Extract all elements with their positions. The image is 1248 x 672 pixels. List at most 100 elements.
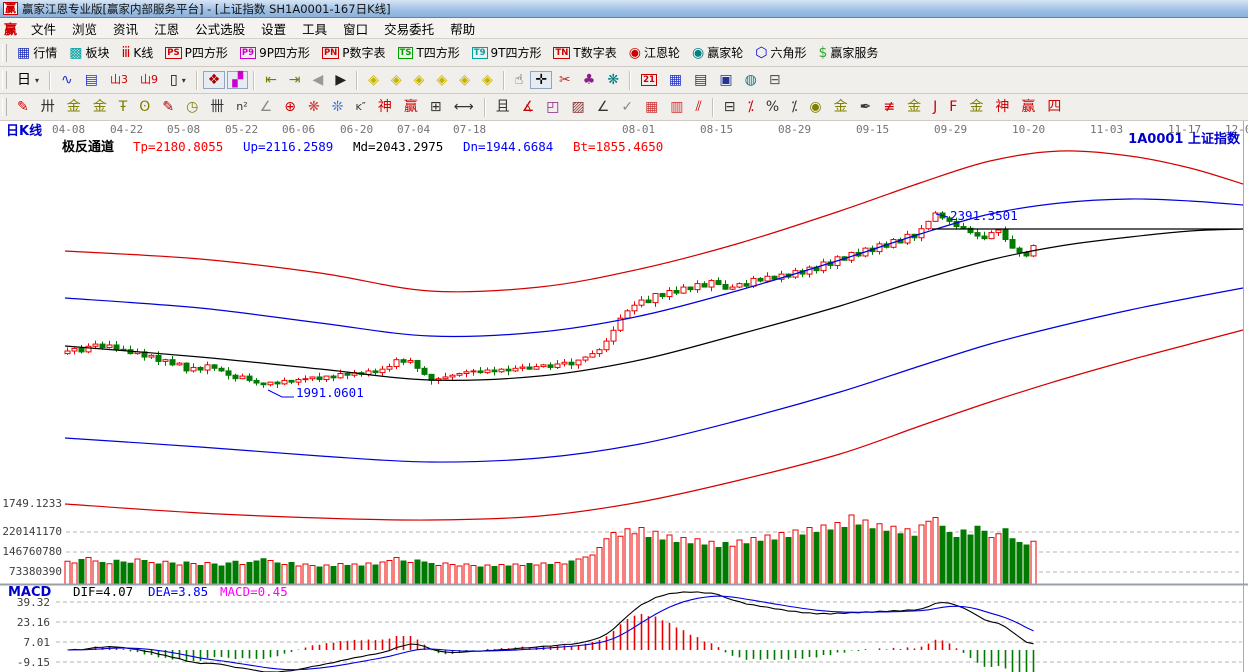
- fan-box-button[interactable]: ◰: [541, 98, 564, 116]
- next-bar-button[interactable]: ▶: [330, 71, 351, 89]
- hand-tool-button[interactable]: ☝: [510, 71, 529, 89]
- shen-grid-button[interactable]: 神: [373, 98, 397, 116]
- calculator-button[interactable]: ▦: [664, 71, 687, 89]
- time-circle-button[interactable]: ◷: [181, 98, 203, 116]
- span-arrow-button[interactable]: ⟷: [449, 98, 479, 116]
- menu-设置[interactable]: 设置: [253, 18, 294, 39]
- percent-down-button[interactable]: ⁒: [743, 98, 759, 116]
- period-day-button[interactable]: 日▾: [12, 71, 44, 89]
- pattern-search-button[interactable]: ❋: [602, 71, 624, 89]
- toolbar-grip: [2, 98, 7, 116]
- gold-line-button[interactable]: 金: [902, 98, 926, 116]
- check-button[interactable]: ✓: [616, 98, 638, 116]
- last-page-button[interactable]: ⇥: [284, 71, 306, 89]
- save-button[interactable]: ▣: [714, 71, 737, 89]
- red-grid2-button[interactable]: ▥: [665, 98, 688, 116]
- wave3-button[interactable]: 山3: [105, 71, 133, 89]
- gold-square-button[interactable]: 金: [62, 98, 86, 116]
- zoom-reset-button[interactable]: ◈: [477, 71, 498, 89]
- menu-公式选股[interactable]: 公式选股: [187, 18, 253, 39]
- expand-both-button[interactable]: ◈: [454, 71, 475, 89]
- si-angle-button[interactable]: 四: [1042, 98, 1066, 116]
- notepad-button[interactable]: ▤: [689, 71, 712, 89]
- p-square-button[interactable]: PSP四方形: [160, 42, 233, 63]
- menu-交易委托[interactable]: 交易委托: [376, 18, 442, 39]
- gold-circle-button[interactable]: ◉: [804, 98, 826, 116]
- percent-button[interactable]: %: [761, 98, 784, 116]
- ink-pen-button[interactable]: ✒: [855, 98, 877, 116]
- gold-angle-button[interactable]: 金: [964, 98, 988, 116]
- menu-文件[interactable]: 文件: [23, 18, 64, 39]
- candle-style-button[interactable]: ▯▾: [165, 71, 191, 89]
- t9-square-button[interactable]: T99T四方形: [467, 42, 547, 63]
- crosshair-tool-button[interactable]: ✛: [530, 71, 552, 89]
- prev-bar-button[interactable]: ◀: [308, 71, 329, 89]
- port-tool-button[interactable]: 且: [491, 98, 515, 116]
- menu-资讯[interactable]: 资讯: [105, 18, 146, 39]
- expand-horizontal-button[interactable]: ◈: [409, 71, 430, 89]
- k-note-button[interactable]: ĸ″: [350, 98, 370, 116]
- red-grid-button[interactable]: ▦: [640, 98, 663, 116]
- menu-帮助[interactable]: 帮助: [442, 18, 483, 39]
- parallel-lines-button[interactable]: ⫽: [691, 98, 707, 116]
- web-button[interactable]: ❋: [303, 98, 325, 116]
- t-number-button[interactable]: TNT数字表: [548, 42, 621, 63]
- menu-浏览[interactable]: 浏览: [64, 18, 105, 39]
- gold-square2-button[interactable]: 金: [88, 98, 112, 116]
- percent-line-button[interactable]: ⁒: [786, 98, 802, 116]
- winner-service-button[interactable]: $赢家服务: [813, 42, 883, 63]
- fan-lines-button[interactable]: ∡: [517, 98, 540, 116]
- pattern-button[interactable]: ❖: [203, 71, 226, 89]
- hatch-box-button[interactable]: ▨: [567, 98, 590, 116]
- menu-工具[interactable]: 工具: [294, 18, 335, 39]
- ying-grid-button[interactable]: 赢: [399, 98, 423, 116]
- pen-chart-button[interactable]: ✎: [157, 98, 179, 116]
- scale-button[interactable]: ⊟: [719, 98, 741, 116]
- gann-sketch-button[interactable]: ∿: [56, 71, 78, 89]
- comb2-button[interactable]: 卌: [205, 98, 229, 116]
- gold-lines-button[interactable]: 金: [829, 98, 853, 116]
- browser-button[interactable]: ◍: [740, 71, 762, 89]
- p9-square-button[interactable]: P99P四方形: [235, 42, 315, 63]
- circle-cross-button[interactable]: ⊕: [279, 98, 301, 116]
- f-angle-button[interactable]: F: [944, 98, 962, 116]
- menu-江恩[interactable]: 江恩: [146, 18, 187, 39]
- hexagon-button[interactable]: ⬡六角形: [750, 42, 811, 63]
- shen-angle-button[interactable]: 神: [990, 98, 1014, 116]
- wave9-button[interactable]: 山9: [135, 71, 163, 89]
- f-square-button[interactable]: Ŧ: [114, 98, 133, 116]
- j-angle-button[interactable]: J: [928, 98, 942, 116]
- angle-ruler-button[interactable]: ∠: [255, 98, 278, 116]
- title-bar[interactable]: 赢 赢家江恩专业版[赢家内部服务平台] - [上证指数 SH1A0001-167…: [0, 0, 1248, 18]
- winner-wheel-button[interactable]: ◉赢家轮: [687, 42, 748, 63]
- first-page-button[interactable]: ⇤: [260, 71, 282, 89]
- compress-left-button[interactable]: ◈: [363, 71, 384, 89]
- ying-angle-button[interactable]: 赢: [1016, 98, 1040, 116]
- t-square-button[interactable]: TST四方形: [393, 42, 465, 63]
- f10-info-button[interactable]: ▤: [80, 71, 103, 89]
- kline-button[interactable]: ⅲK线: [117, 42, 159, 63]
- gann-wheel-button[interactable]: ◉江恩轮: [624, 42, 685, 63]
- p-number-button[interactable]: PNP数字表: [317, 42, 391, 63]
- calendar-button[interactable]: 21: [636, 72, 662, 88]
- web2-button[interactable]: ❊: [327, 98, 349, 116]
- measure-tool-button[interactable]: ✂: [554, 71, 576, 89]
- gann-line-button[interactable]: ≢: [878, 98, 900, 116]
- pen-chart-button-icon: ✎: [162, 100, 174, 114]
- grid123-button[interactable]: ⊞: [425, 98, 447, 116]
- comb-grid-button[interactable]: 卅: [36, 98, 60, 116]
- quotes-button[interactable]: ▦行情: [12, 42, 62, 63]
- menu-窗口[interactable]: 窗口: [335, 18, 376, 39]
- angle-pen-button[interactable]: ∠: [592, 98, 615, 116]
- compress-both-button[interactable]: ◈: [431, 71, 452, 89]
- spiral-button[interactable]: ʘ: [134, 98, 155, 116]
- tree-tool-button[interactable]: ♣: [578, 71, 601, 89]
- kline-chart[interactable]: 04-0804-2205-0805-2206-0606-2007-0407-18…: [0, 121, 1248, 672]
- pen-tool-button[interactable]: ✎: [12, 98, 34, 116]
- volume-profile-button[interactable]: ▞: [227, 71, 248, 89]
- print-button[interactable]: ⊟: [764, 71, 786, 89]
- browser-button-icon: ◍: [745, 73, 757, 87]
- sectors-button[interactable]: ▩板块: [64, 42, 114, 63]
- n2-button[interactable]: n²: [231, 98, 252, 116]
- compress-right-button[interactable]: ◈: [386, 71, 407, 89]
